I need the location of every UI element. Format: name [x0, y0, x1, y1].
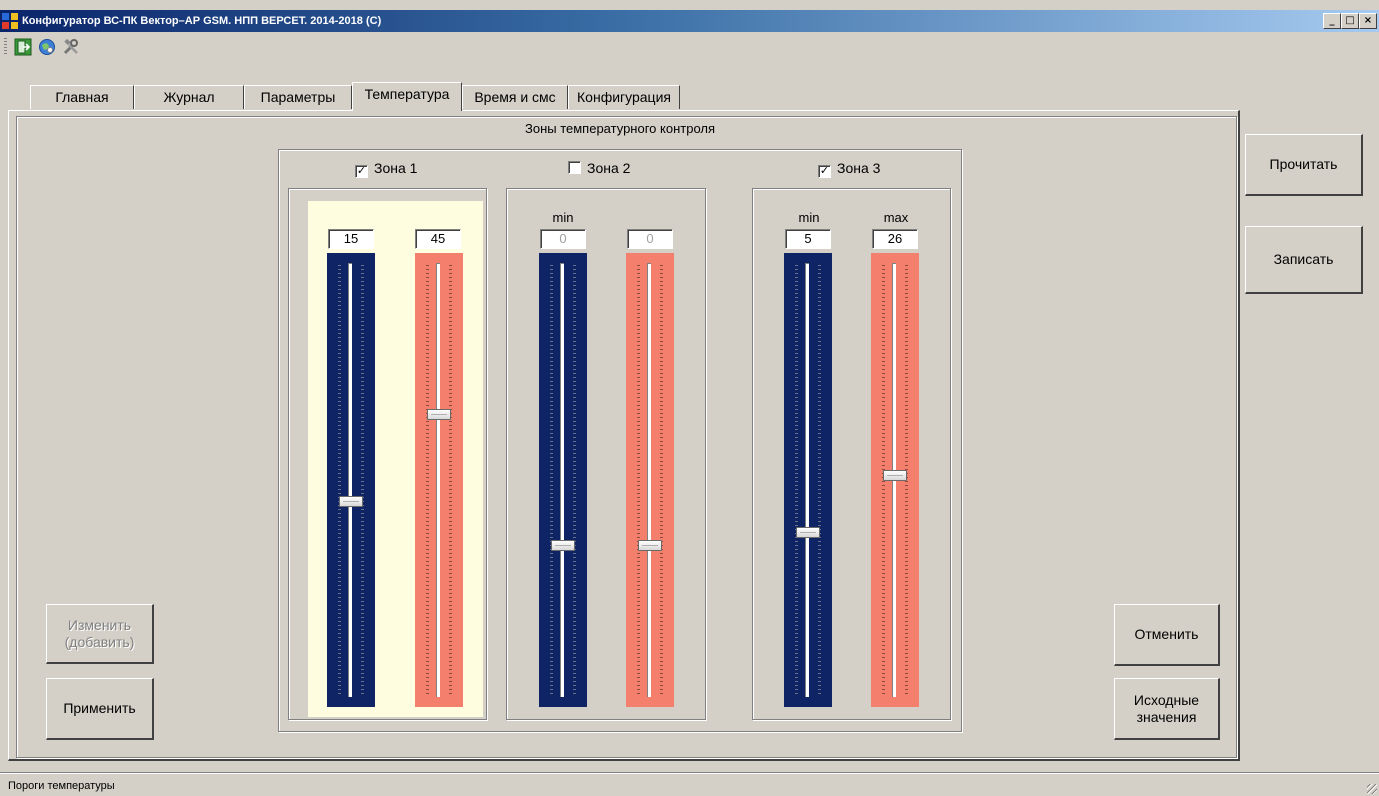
zone-1-max-slider[interactable]: [415, 253, 463, 707]
zone-2-checkbox[interactable]: Зона 2: [568, 160, 630, 178]
zone-3-label: Зона 3: [837, 160, 881, 176]
tab-parameters[interactable]: Параметры: [244, 85, 352, 109]
zone-3-checkbox[interactable]: ✓ Зона 3: [818, 160, 880, 178]
zone-3-max-label: max: [883, 210, 909, 225]
zone-3-min-slider[interactable]: [784, 253, 832, 707]
zone-2-box: [506, 188, 706, 720]
zone-2-min-value: 0: [540, 229, 586, 249]
toolbar-grip[interactable]: [4, 38, 7, 56]
tab-temperature[interactable]: Температура: [352, 82, 462, 111]
zone-2-label: Зона 2: [587, 160, 631, 176]
zone-1-min-value[interactable]: 15: [328, 229, 374, 249]
tab-configuration[interactable]: Конфигурация: [568, 85, 680, 109]
zone-2-check-box[interactable]: [568, 161, 581, 174]
tab-main[interactable]: Главная: [30, 85, 134, 109]
zone-1-check-mark[interactable]: ✓: [355, 165, 368, 178]
read-button[interactable]: Прочитать: [1245, 134, 1363, 196]
info-globe-icon[interactable]: [38, 38, 56, 56]
close-button[interactable]: ×: [1359, 13, 1377, 29]
cancel-button[interactable]: Отменить: [1114, 604, 1220, 666]
app-icon: [2, 13, 18, 29]
change-add-button[interactable]: Изменить (добавить): [46, 604, 154, 664]
zone-3-max-value[interactable]: 26: [872, 229, 918, 249]
zone-3-min-label: min: [798, 210, 820, 225]
maximize-button[interactable]: □: [1341, 13, 1359, 29]
toolbar: [0, 34, 120, 60]
tools-icon[interactable]: [62, 38, 80, 56]
zone-1-label: Зона 1: [374, 160, 418, 176]
window-title: Конфигуратор ВС-ПК Вектор–АР GSM. НПП ВЕ…: [22, 15, 382, 27]
tab-time-sms[interactable]: Время и смс: [462, 85, 568, 109]
zone-1-max-thumb[interactable]: [427, 409, 451, 421]
write-button[interactable]: Записать: [1245, 226, 1363, 294]
zone-2-min-label: min: [552, 210, 574, 225]
tab-journal[interactable]: Журнал: [134, 85, 244, 109]
zone-2-min-slider: [539, 253, 587, 707]
app-window: { "window": { "title": "Конфигуратор ВС-…: [0, 0, 1379, 796]
zone-2-min-thumb: [551, 539, 575, 551]
zones-title: Зоны температурного контроля: [524, 121, 716, 136]
zone-3-min-value[interactable]: 5: [785, 229, 831, 249]
status-bar: [0, 772, 1379, 796]
status-text: Пороги температуры: [8, 780, 115, 792]
zone-1-min-thumb[interactable]: [339, 496, 363, 508]
minimize-button[interactable]: _: [1323, 13, 1341, 29]
resize-grip[interactable]: [1367, 784, 1377, 794]
zone-2-max-slider: [626, 253, 674, 707]
zone-2-max-thumb: [638, 539, 662, 551]
zone-3-min-thumb[interactable]: [796, 526, 820, 538]
zone-1-checkbox[interactable]: ✓ Зона 1: [355, 160, 417, 178]
apply-button[interactable]: Применить: [46, 678, 154, 740]
title-bar[interactable]: Конфигуратор ВС-ПК Вектор–АР GSM. НПП ВЕ…: [0, 10, 1379, 32]
zone-1-min-slider[interactable]: [327, 253, 375, 707]
defaults-button[interactable]: Исходные значения: [1114, 678, 1220, 740]
exit-icon[interactable]: [14, 38, 32, 56]
zone-3-box: [752, 188, 951, 720]
zone-2-max-value: 0: [627, 229, 673, 249]
zone-1-max-value[interactable]: 45: [415, 229, 461, 249]
zone-3-check-mark[interactable]: ✓: [818, 165, 831, 178]
zone-3-max-thumb[interactable]: [883, 470, 907, 482]
zone-3-max-slider[interactable]: [871, 253, 919, 707]
